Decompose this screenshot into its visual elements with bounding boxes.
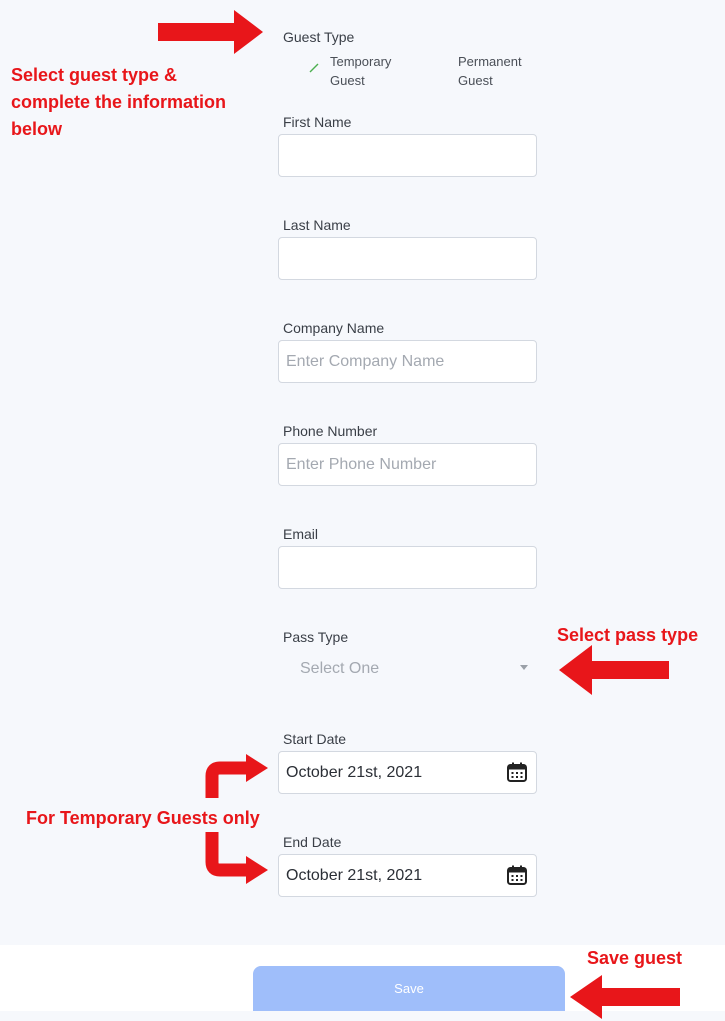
end-date-value: October 21st, 2021 (286, 867, 423, 884)
guest-type-permanent-label: Permanent Guest (458, 54, 522, 88)
phone-number-input[interactable] (278, 443, 537, 486)
annotation-save: Save guest (587, 948, 683, 968)
start-date-label: Start Date (283, 731, 347, 747)
annotation-arrow-save (570, 975, 680, 1019)
last-name-input[interactable] (278, 237, 537, 280)
annotation-arrow-start-date (205, 754, 268, 798)
first-name-label: First Name (283, 114, 352, 130)
annotation-arrow-pass-type (559, 645, 669, 695)
email-input[interactable] (278, 546, 537, 589)
annotation-arrow-end-date (205, 832, 268, 884)
calendar-icon[interactable] (506, 864, 528, 886)
chevron-down-icon (520, 665, 528, 670)
end-date-input[interactable]: October 21st, 2021 (278, 854, 537, 897)
company-name-input[interactable] (278, 340, 537, 383)
first-name-input[interactable] (278, 134, 537, 177)
check-icon (309, 63, 319, 73)
phone-number-label: Phone Number (283, 423, 378, 439)
guest-type-label: Guest Type (283, 29, 355, 45)
start-date-input[interactable]: October 21st, 2021 (278, 751, 537, 794)
email-label: Email (283, 526, 319, 542)
guest-type-temporary-label: Temporary Guest (330, 54, 392, 88)
save-button[interactable]: Save (253, 966, 565, 1011)
pass-type-label: Pass Type (283, 629, 349, 645)
annotation-arrow-guest-type (158, 10, 263, 54)
annotation-temporary-only: For Temporary Guests only (26, 808, 260, 828)
annotation-guest-type: Select guest type & complete the informa… (11, 65, 227, 139)
last-name-label: Last Name (283, 217, 351, 233)
pass-type-selected-value: Select One (300, 660, 380, 677)
end-date-label: End Date (283, 834, 342, 850)
start-date-value: October 21st, 2021 (286, 764, 423, 781)
company-name-label: Company Name (283, 320, 385, 336)
calendar-icon[interactable] (506, 761, 528, 783)
